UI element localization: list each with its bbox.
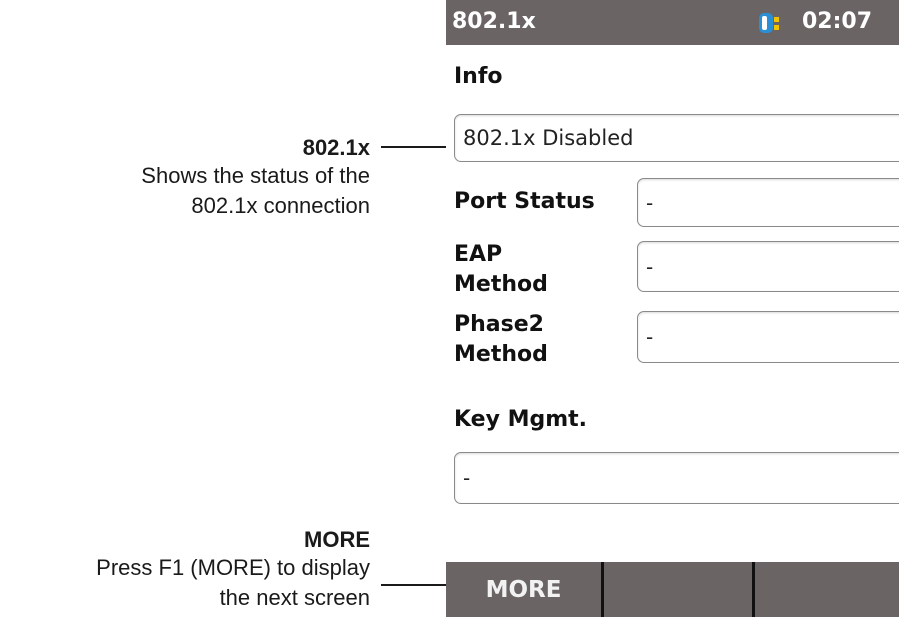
key-mgmt-label: Key Mgmt.: [454, 407, 588, 432]
port-status-field[interactable]: -: [637, 178, 899, 227]
screen-title: 802.1x: [452, 9, 536, 34]
eap-method-value: -: [646, 254, 654, 279]
port-status-value: -: [646, 190, 654, 215]
phase2-method-label-line: Phase2: [454, 312, 544, 337]
port-status-label: Port Status: [454, 189, 595, 214]
phase2-method-value: -: [646, 325, 654, 349]
info-value: 802.1x Disabled: [463, 126, 634, 150]
softkey-more-f1[interactable]: MORE: [446, 562, 604, 617]
key-mgmt-field[interactable]: -: [454, 452, 899, 504]
callout-description-line: the next screen: [219, 585, 370, 610]
eap-method-field[interactable]: -: [637, 241, 899, 292]
clock-time: 02:07: [802, 9, 873, 34]
leader-line: [381, 146, 454, 148]
battery-icon: [758, 11, 780, 35]
softkey-bar: MORE: [446, 562, 899, 617]
callout-title: MORE: [304, 527, 370, 552]
device-screen: 802.1x 02:07 Info 802.1x Disabled Port S…: [446, 0, 899, 617]
leader-line: [381, 584, 454, 586]
info-label: Info: [454, 64, 503, 89]
eap-method-label-line: Method: [454, 272, 548, 297]
callout-8021x-status: 802.1x Shows the status of the 802.1x co…: [141, 135, 370, 221]
info-field[interactable]: 802.1x Disabled: [454, 114, 899, 162]
softkey-f3[interactable]: [755, 562, 899, 617]
phase2-method-label-line: Method: [454, 342, 548, 367]
eap-method-label: EAP Method: [454, 240, 548, 300]
callout-title: 802.1x: [302, 135, 370, 160]
callout-description-line: Press F1 (MORE) to display: [96, 555, 370, 580]
softkey-f2[interactable]: [604, 562, 755, 617]
callout-description-line: 802.1x connection: [191, 193, 370, 218]
title-bar: 802.1x 02:07: [446, 0, 899, 45]
key-mgmt-value: -: [463, 466, 471, 490]
eap-method-label-line: EAP: [454, 242, 503, 267]
phase2-method-field[interactable]: -: [637, 311, 899, 363]
callout-description-line: Shows the status of the: [141, 163, 370, 188]
phase2-method-label: Phase2 Method: [454, 310, 548, 370]
callout-more: MORE Press F1 (MORE) to display the next…: [96, 527, 370, 613]
